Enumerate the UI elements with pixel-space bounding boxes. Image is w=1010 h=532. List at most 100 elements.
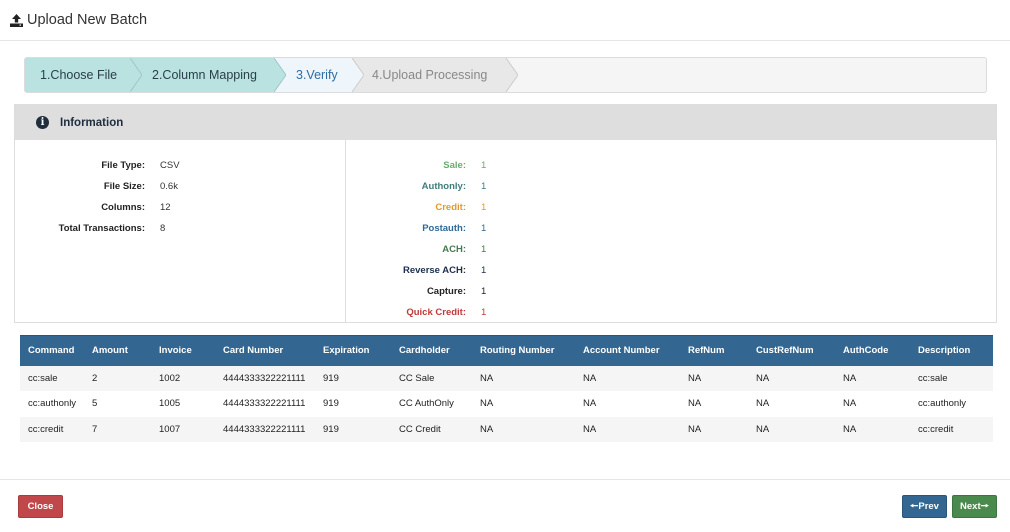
table-cell: 4444333322221111 bbox=[215, 365, 315, 391]
info-label: Columns: bbox=[101, 202, 145, 213]
table-cell: NA bbox=[575, 416, 680, 442]
info-label: Reverse ACH: bbox=[402, 265, 466, 276]
table-row: cc:credit 7 1007 4444333322221111 919 CC Cred… bbox=[20, 416, 993, 442]
info-row: Postauth: 1 bbox=[346, 218, 486, 239]
column-header[interactable]: Routing Number bbox=[472, 335, 575, 366]
table-cell: 919 bbox=[315, 416, 391, 442]
info-value: 1 bbox=[481, 181, 487, 192]
info-label: Total Transactions: bbox=[58, 223, 145, 234]
column-header[interactable]: Cardholder bbox=[391, 335, 472, 366]
modal-header: Upload New Batch bbox=[0, 0, 1010, 41]
prev-label: Prev bbox=[918, 501, 939, 512]
table-cell: NA bbox=[835, 416, 910, 442]
info-row: Sale: 1 bbox=[346, 155, 486, 176]
info-label: Quick Credit: bbox=[406, 307, 466, 318]
information-panel: i Information File Type: CSV File Size: 0.6… bbox=[14, 104, 997, 323]
close-button[interactable]: Close bbox=[18, 495, 63, 518]
footer-divider bbox=[0, 479, 1010, 480]
arrow-right-icon: 🠖 bbox=[980, 500, 989, 512]
table-cell: cc:authonly bbox=[20, 391, 84, 417]
info-label: File Type: bbox=[101, 160, 145, 171]
column-header[interactable]: CustRefNum bbox=[748, 335, 835, 366]
info-label: Postauth: bbox=[422, 223, 466, 234]
info-label: Credit: bbox=[435, 202, 466, 213]
column-header[interactable]: Description bbox=[910, 335, 993, 366]
info-row: Capture: 1 bbox=[346, 281, 486, 302]
table-cell: NA bbox=[575, 365, 680, 391]
table-cell: NA bbox=[835, 391, 910, 417]
info-value: 1 bbox=[481, 202, 487, 213]
info-row: Quick Credit: 1 bbox=[346, 302, 486, 323]
table-cell: 4444333322221111 bbox=[215, 416, 315, 442]
column-header[interactable]: Expiration bbox=[315, 335, 391, 366]
information-title: Information bbox=[60, 116, 124, 129]
info-value: 12 bbox=[160, 202, 171, 213]
table-cell: 1007 bbox=[151, 416, 215, 442]
step-separator bbox=[352, 58, 364, 92]
info-row: File Size: 0.6k bbox=[15, 176, 345, 197]
table-cell: cc:sale bbox=[20, 365, 84, 391]
table-cell: 4444333322221111 bbox=[215, 391, 315, 417]
wizard-step-column-mapping[interactable]: 2.Column Mapping bbox=[130, 58, 286, 92]
info-value: 1 bbox=[481, 223, 487, 234]
step-label: 2.Column Mapping bbox=[152, 68, 257, 82]
wizard-step-upload-processing[interactable]: 4.Upload Processing bbox=[352, 58, 518, 92]
info-label: File Size: bbox=[103, 181, 145, 192]
column-header[interactable]: RefNum bbox=[680, 335, 748, 366]
table-cell: 5 bbox=[84, 391, 151, 417]
info-row: Total Transactions: 8 bbox=[15, 218, 345, 239]
table-cell: cc:credit bbox=[910, 416, 993, 442]
info-value: 1 bbox=[481, 160, 487, 171]
table-cell: NA bbox=[748, 365, 835, 391]
column-header[interactable]: Amount bbox=[84, 335, 151, 366]
step-separator bbox=[506, 58, 518, 92]
column-header[interactable]: AuthCode bbox=[835, 335, 910, 366]
step-separator bbox=[274, 58, 286, 92]
step-label: 3.Verify bbox=[296, 68, 338, 82]
arrow-left-icon: 🠔 bbox=[910, 500, 919, 512]
info-row: Columns: 12 bbox=[15, 197, 345, 218]
table-cell: NA bbox=[575, 391, 680, 417]
column-header[interactable]: Card Number bbox=[215, 335, 315, 366]
info-label: ACH: bbox=[442, 244, 466, 255]
info-value: 0.6k bbox=[160, 181, 178, 192]
table-cell: 7 bbox=[84, 416, 151, 442]
table-cell: CC AuthOnly bbox=[391, 391, 472, 417]
table-cell: NA bbox=[748, 416, 835, 442]
next-label: Next bbox=[960, 501, 981, 512]
upload-icon bbox=[10, 13, 23, 27]
prev-button[interactable]: 🠔 Prev bbox=[902, 495, 947, 518]
file-stats: File Type: CSV File Size: 0.6k Columns: 12 Tot… bbox=[15, 140, 346, 323]
info-label: Authonly: bbox=[421, 181, 466, 192]
information-header: i Information bbox=[15, 105, 996, 140]
modal-title-text: Upload New Batch bbox=[27, 12, 148, 28]
info-row: ACH: 1 bbox=[346, 239, 486, 260]
table-cell: NA bbox=[680, 391, 748, 417]
table-cell: 919 bbox=[315, 365, 391, 391]
table-row: cc:sale 2 1002 4444333322221111 919 CC Sale NA… bbox=[20, 365, 993, 391]
information-body: File Type: CSV File Size: 0.6k Columns: 12 Tot… bbox=[15, 140, 996, 323]
column-header[interactable]: Command bbox=[20, 335, 84, 366]
info-row: Reverse ACH: 1 bbox=[346, 260, 486, 281]
info-label: Sale: bbox=[443, 160, 466, 171]
table-cell: NA bbox=[472, 365, 575, 391]
info-circle-icon: i bbox=[36, 116, 49, 129]
close-label: Close bbox=[27, 501, 54, 512]
info-label: Capture: bbox=[426, 286, 466, 297]
transaction-type-counts: Sale: 1 Authonly: 1 Credit: 1 Postauth: 1 ACH: 1 R… bbox=[346, 140, 486, 323]
table-cell: 919 bbox=[315, 391, 391, 417]
column-header[interactable]: Invoice bbox=[151, 335, 215, 366]
step-separator bbox=[130, 58, 142, 92]
table-cell: 2 bbox=[84, 365, 151, 391]
table-cell: cc:credit bbox=[20, 416, 84, 442]
column-header[interactable]: Account Number bbox=[575, 335, 680, 366]
table-row: cc:authonly 5 1005 4444333322221111 919 CC Au… bbox=[20, 391, 993, 417]
table-cell: NA bbox=[680, 416, 748, 442]
next-button[interactable]: Next 🠖 bbox=[952, 495, 997, 518]
table-cell: 1005 bbox=[151, 391, 215, 417]
step-label: 1.Choose File bbox=[40, 68, 118, 82]
table-cell: cc:sale bbox=[910, 365, 993, 391]
table-cell: cc:authonly bbox=[910, 391, 993, 417]
wizard-step-choose-file[interactable]: 1.Choose File bbox=[25, 58, 142, 92]
info-value: 1 bbox=[481, 265, 487, 276]
